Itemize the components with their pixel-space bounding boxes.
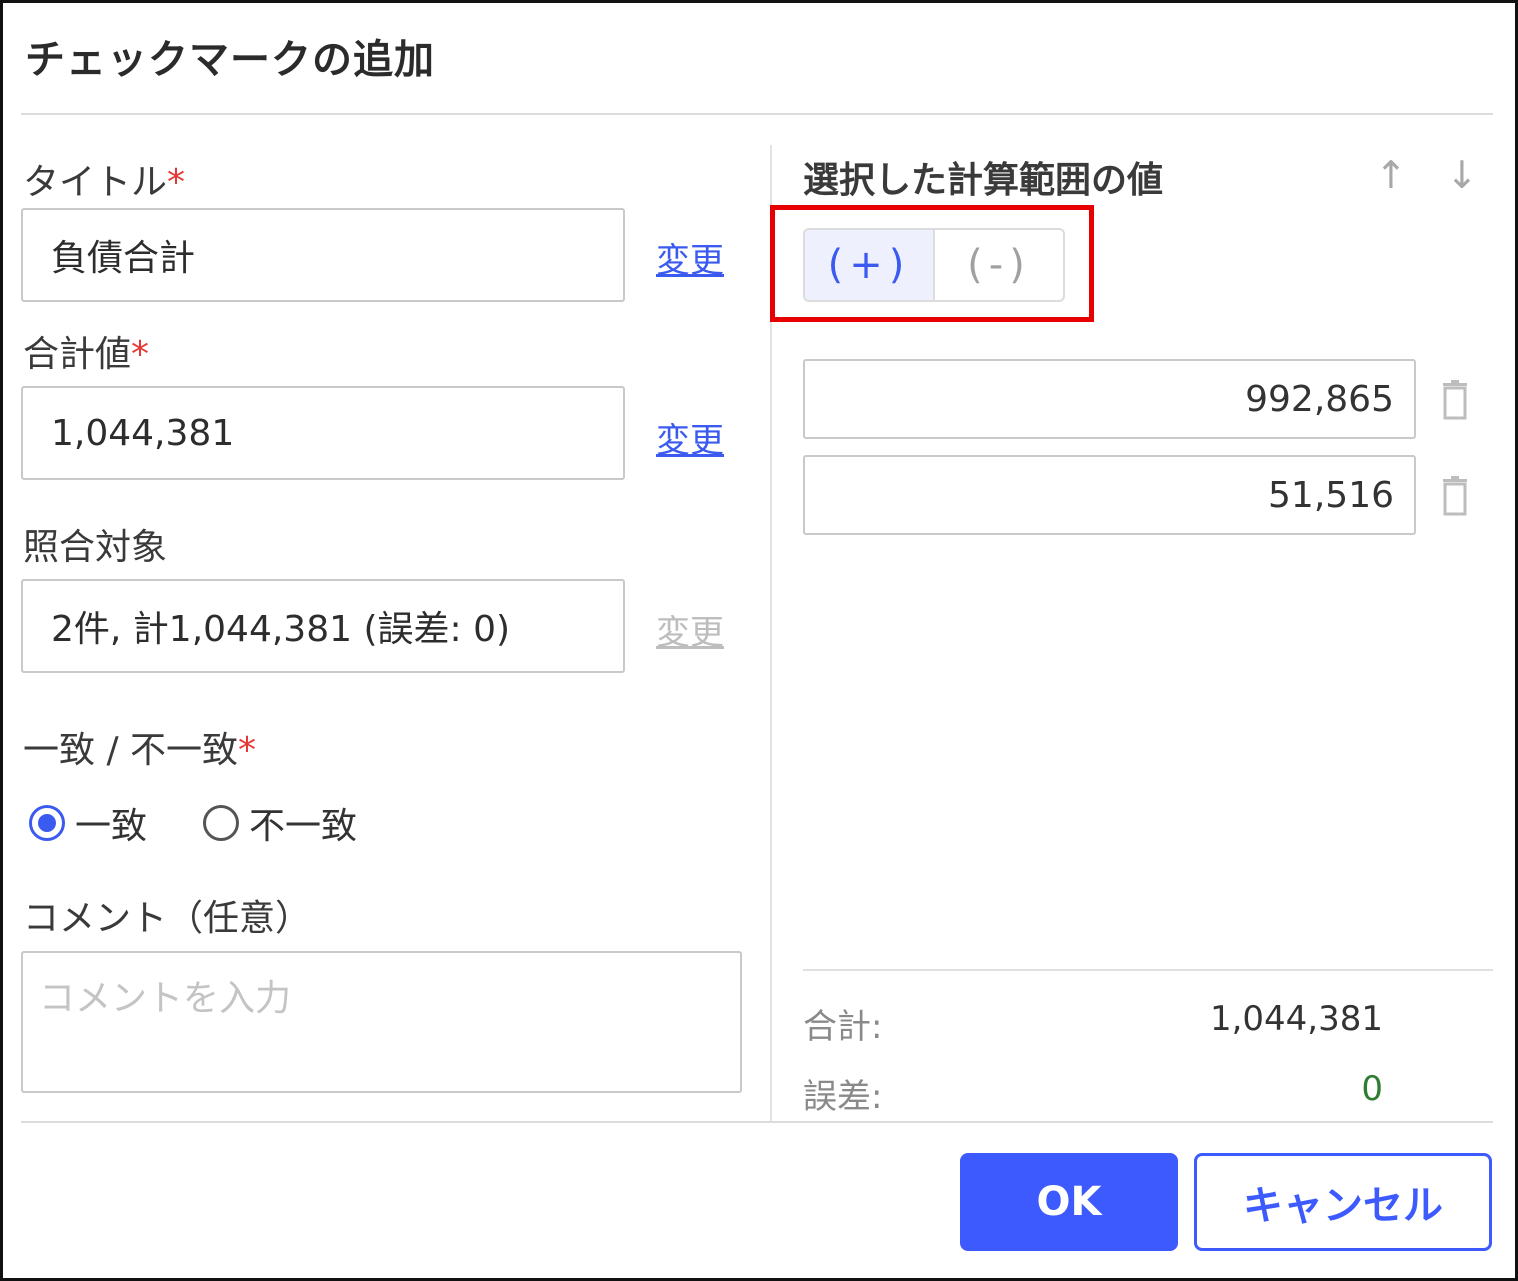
summary-divider [803, 969, 1493, 971]
sum-label: 合計: [803, 1007, 883, 1047]
range-value: 51,516 [1268, 474, 1394, 516]
match-radio-group: 一致 不一致 [29, 797, 413, 849]
error-label: 誤差: [803, 1077, 883, 1117]
move-up-icon[interactable]: ↑ [1375, 153, 1407, 197]
error-value: 0 [1361, 1069, 1383, 1109]
radio-match-label: 一致 [75, 806, 148, 847]
match-label: 一致 / 不一致* [23, 730, 257, 771]
title-label: タイトル* [23, 162, 186, 203]
radio-match[interactable]: 一致 [29, 797, 147, 849]
move-down-icon[interactable]: ↓ [1446, 153, 1478, 197]
radio-mismatch-label: 不一致 [249, 806, 358, 847]
title-field[interactable]: 負債合計 [21, 208, 625, 302]
total-field-value: 1,044,381 [51, 412, 235, 454]
range-value: 992,865 [1245, 378, 1394, 420]
comment-input[interactable] [21, 951, 742, 1093]
total-field[interactable]: 1,044,381 [21, 386, 625, 480]
title-field-value: 負債合計 [51, 238, 196, 279]
cancel-button[interactable]: キャンセル [1194, 1153, 1492, 1251]
add-checkmark-dialog: チェックマークの追加 タイトル* 負債合計 変更 合計値* 1,044,381 … [0, 0, 1518, 1281]
required-mark: * [167, 162, 186, 203]
comment-label: コメント（任意） [23, 898, 312, 939]
total-change-link[interactable]: 変更 [656, 413, 724, 462]
highlight-box [770, 205, 1094, 322]
match-target-value: 2件, 計1,044,381 (誤差: 0) [51, 609, 511, 650]
dialog-title: チェックマークの追加 [25, 37, 435, 83]
total-label: 合計値* [23, 334, 150, 375]
title-change-link[interactable]: 変更 [656, 233, 724, 282]
trash-icon[interactable] [1440, 476, 1470, 516]
sum-value: 1,044,381 [1209, 999, 1383, 1039]
trash-icon[interactable] [1440, 380, 1470, 420]
header-divider [21, 113, 1493, 115]
match-target-label: 照合対象 [23, 527, 168, 568]
range-value-field[interactable]: 992,865 [803, 359, 1416, 439]
radio-match-circle[interactable] [29, 805, 65, 841]
match-target-change-link: 変更 [656, 613, 724, 653]
match-target-field: 2件, 計1,044,381 (誤差: 0) [21, 579, 625, 673]
radio-mismatch-circle[interactable] [203, 805, 240, 841]
range-value-field[interactable]: 51,516 [803, 455, 1416, 535]
required-mark: * [131, 334, 150, 375]
footer-divider [21, 1121, 1493, 1123]
selected-range-title: 選択した計算範囲の値 [803, 160, 1164, 201]
required-mark: * [238, 730, 257, 771]
radio-mismatch[interactable]: 不一致 [203, 797, 357, 849]
ok-button[interactable]: OK [960, 1153, 1178, 1251]
